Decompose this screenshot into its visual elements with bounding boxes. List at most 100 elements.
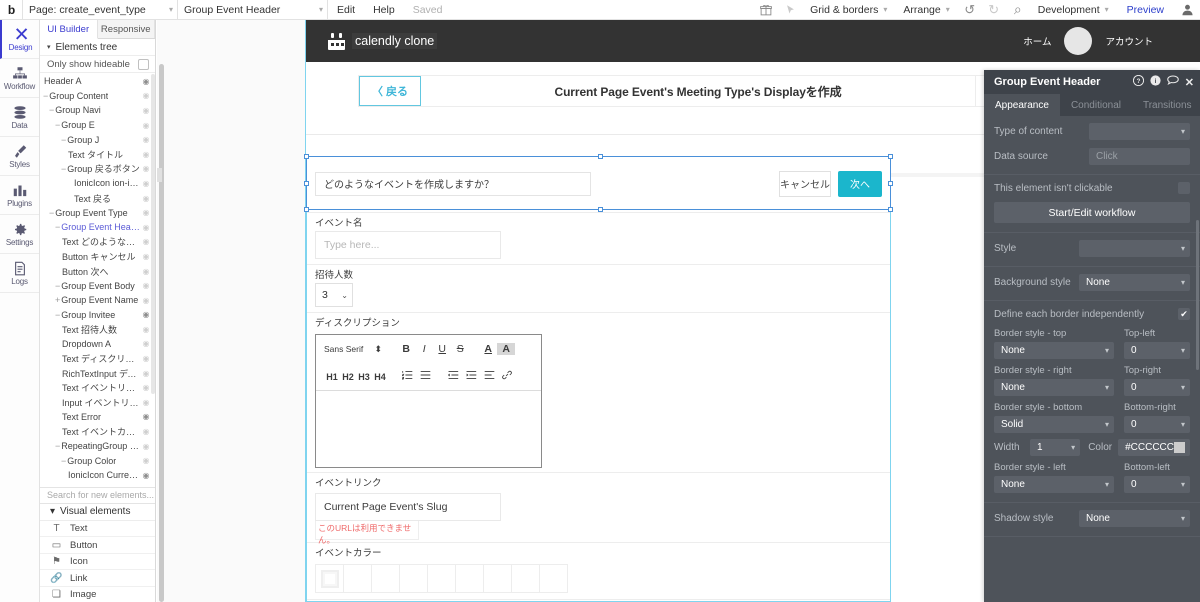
group-event-header[interactable]: どのようなイベントを作成しますか？ キャンセル 次へ <box>304 154 893 212</box>
tab-transitions[interactable]: Transitions <box>1132 94 1200 116</box>
tree-row[interactable]: Text イベントリンク ◉ <box>40 380 155 395</box>
eye-icon[interactable]: ◉ <box>141 412 151 421</box>
italic-icon[interactable]: I <box>415 343 433 355</box>
eye-icon[interactable]: ◉ <box>141 369 151 378</box>
app-brand[interactable]: calendly clone <box>328 32 438 50</box>
color-swatch[interactable] <box>315 564 344 593</box>
tab-ui-builder[interactable]: UI Builder <box>40 20 98 39</box>
eye-icon[interactable]: ◉ <box>141 223 151 232</box>
eye-icon[interactable]: ◉ <box>141 252 151 261</box>
tree-row[interactable]: − Group J ◉ <box>40 132 155 147</box>
color-swatch[interactable] <box>399 564 428 593</box>
start-edit-workflow-button[interactable]: Start/Edit workflow <box>994 202 1190 223</box>
rail-item-plugins[interactable]: Plugins <box>0 176 39 215</box>
resize-handle-tc[interactable] <box>598 154 603 159</box>
rte-font-name[interactable]: Sans Serif <box>324 344 363 354</box>
search-new-elements-input[interactable]: Search for new elements... <box>40 486 155 504</box>
heading3-icon[interactable]: H3 <box>356 372 372 382</box>
tree-expander-icon[interactable]: − <box>49 105 54 115</box>
nav-account[interactable]: アカウント <box>1105 34 1153 48</box>
tree-row[interactable]: IonicIcon Current ... ◉ <box>40 468 155 483</box>
tab-responsive[interactable]: Responsive <box>97 20 155 38</box>
background-style-dropdown[interactable]: None ▾ <box>1079 274 1190 291</box>
eye-icon[interactable]: ◉ <box>141 310 151 319</box>
tree-row[interactable]: − Group Event Header ◉ <box>40 220 155 235</box>
tree-row[interactable]: Text タイトル ◉ <box>40 147 155 162</box>
underline-icon[interactable]: U <box>433 343 451 355</box>
info-icon[interactable]: i <box>1150 75 1161 89</box>
edit-menu[interactable]: Edit <box>328 0 364 20</box>
tree-row[interactable]: Text 招待人数 ◉ <box>40 322 155 337</box>
event-link-input[interactable]: Current Page Event's Slug <box>315 493 501 521</box>
rail-item-data[interactable]: Data <box>0 98 39 137</box>
page-selector[interactable]: Page: create_event_type ▾ <box>22 0 178 20</box>
data-source-input[interactable]: Click <box>1089 148 1190 165</box>
tree-row[interactable]: − Group Event Type ◉ <box>40 205 155 220</box>
eye-icon[interactable]: ◉ <box>141 208 151 217</box>
account-icon[interactable] <box>1174 0 1200 20</box>
event-name-input[interactable]: Type here... <box>315 231 501 259</box>
tree-row[interactable]: − Group E ◉ <box>40 118 155 133</box>
eye-icon[interactable]: ◉ <box>141 442 151 451</box>
tree-row[interactable]: + Group Event Name ◉ <box>40 293 155 308</box>
rte-font-size-stepper[interactable]: ⬍ <box>369 344 387 355</box>
color-swatch-preview[interactable] <box>1174 442 1185 453</box>
eye-icon[interactable]: ◉ <box>141 267 151 276</box>
color-swatch[interactable] <box>343 564 372 593</box>
eye-icon[interactable]: ◉ <box>141 471 151 480</box>
eye-icon[interactable]: ◉ <box>141 398 151 407</box>
tree-expander-icon[interactable]: − <box>55 441 60 451</box>
close-icon[interactable]: ✕ <box>1185 76 1194 89</box>
panel-resize-handle[interactable] <box>157 168 162 182</box>
color-swatch[interactable] <box>511 564 540 593</box>
comment-icon[interactable] <box>1167 75 1179 89</box>
property-panel-scrollbar[interactable] <box>1196 220 1199 370</box>
tree-scrollbar[interactable] <box>151 74 155 394</box>
text-color-icon[interactable]: A <box>479 343 497 355</box>
tree-row[interactable]: − Group Content ◉ <box>40 89 155 104</box>
element-selector[interactable]: Group Event Header ▾ <box>178 0 328 20</box>
tree-row[interactable]: IonicIcon ion-ios-a...◉ <box>40 176 155 191</box>
eye-icon[interactable]: ◉ <box>141 194 151 203</box>
tree-expander-icon[interactable]: + <box>55 295 60 305</box>
border-top-dropdown[interactable]: None ▾ <box>994 342 1114 359</box>
tree-expander-icon[interactable]: − <box>61 135 66 145</box>
not-clickable-checkbox[interactable]: ✔ <box>1178 182 1190 194</box>
resize-handle-tr[interactable] <box>888 154 893 159</box>
resize-handle-ml[interactable] <box>304 181 309 186</box>
cancel-button[interactable]: キャンセル <box>779 170 831 197</box>
search-icon[interactable]: ⌕ <box>1006 0 1030 20</box>
tree-row[interactable]: Button キャンセル ◉ <box>40 249 155 264</box>
top-right-dropdown[interactable]: 0 ▾ <box>1124 379 1190 396</box>
color-swatch[interactable] <box>371 564 400 593</box>
eye-icon[interactable]: ◉ <box>141 383 151 392</box>
heading4-icon[interactable]: H4 <box>372 372 388 382</box>
undo-icon[interactable]: ↺ <box>958 0 982 20</box>
tab-conditional[interactable]: Conditional <box>1060 94 1132 116</box>
tree-expander-icon[interactable]: − <box>55 120 60 130</box>
tree-expander-icon[interactable]: − <box>55 222 60 232</box>
grid-borders-menu[interactable]: Grid & borders ▾ <box>802 4 895 16</box>
tree-row[interactable]: −RepeatingGroup Even...◉ <box>40 439 155 454</box>
tree-expander-icon[interactable]: − <box>55 310 60 320</box>
rail-item-logs[interactable]: Logs <box>0 254 39 293</box>
rich-text-input[interactable]: Sans Serif ⬍ B I U S A A H1 H2 H3 H4 <box>315 334 542 468</box>
help-icon[interactable]: ? <box>1132 74 1144 89</box>
link-icon[interactable] <box>498 370 516 383</box>
align-icon[interactable] <box>480 370 498 383</box>
eye-icon[interactable]: ◉ <box>141 121 151 130</box>
rail-item-styles[interactable]: Styles <box>0 137 39 176</box>
color-swatch[interactable] <box>427 564 456 593</box>
back-button[interactable]: 〈 戻る <box>359 76 421 106</box>
gift-icon[interactable] <box>754 0 778 20</box>
visual-element-text[interactable]: T Text <box>40 521 155 538</box>
canvas-vertical-scrollbar[interactable] <box>159 64 164 602</box>
tree-row[interactable]: − Group Navi ◉ <box>40 103 155 118</box>
style-dropdown[interactable]: ▾ <box>1079 240 1190 257</box>
visual-element-icon[interactable]: ⚑ Icon <box>40 554 155 571</box>
indent-increase-icon[interactable] <box>462 370 480 383</box>
tree-row[interactable]: Text どのようなイベン...◉ <box>40 235 155 250</box>
eye-icon[interactable]: ◉ <box>141 339 151 348</box>
help-menu[interactable]: Help <box>364 0 404 20</box>
tree-row[interactable]: − Group 戻るボタン ◉ <box>40 162 155 177</box>
